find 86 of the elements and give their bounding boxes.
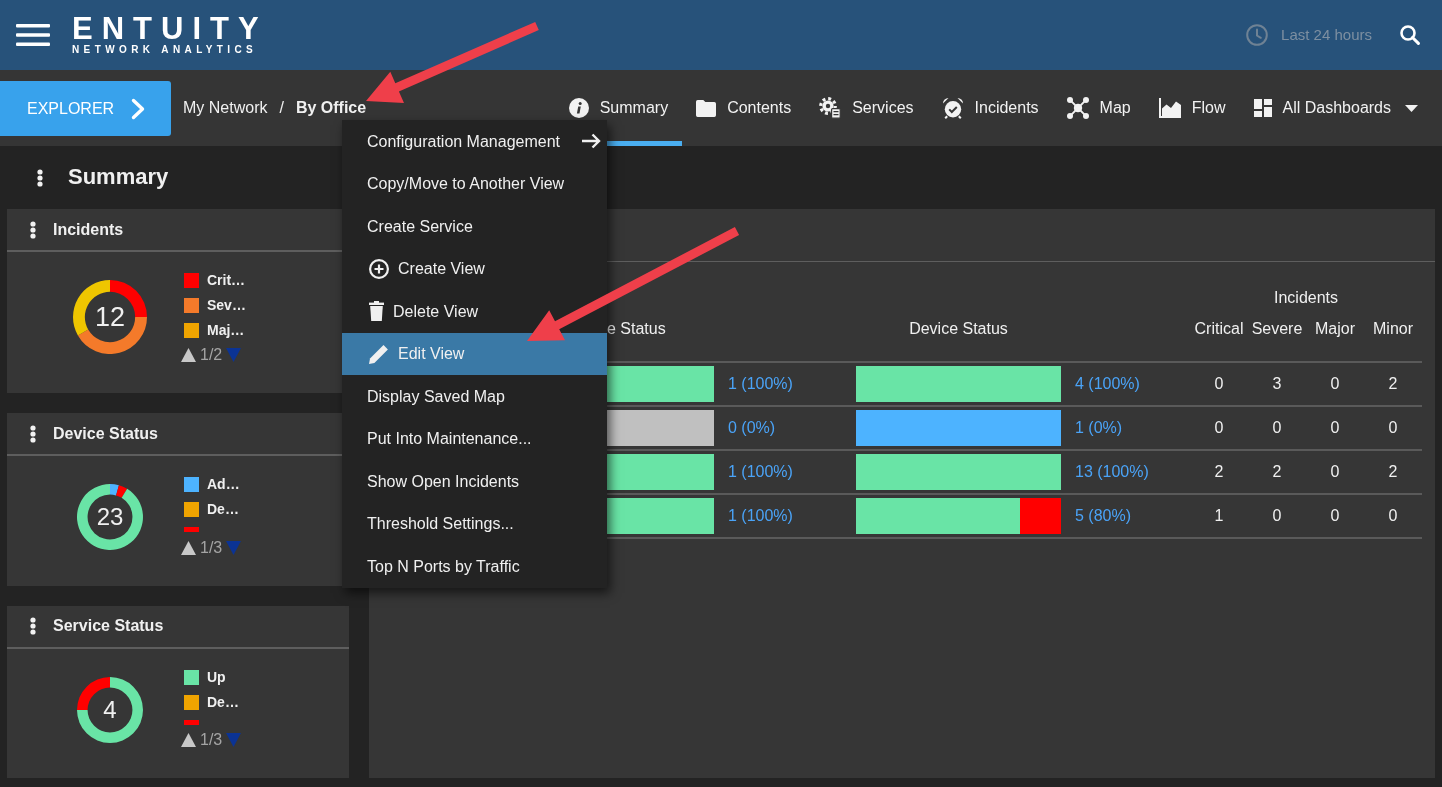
dashboard-grid-icon	[1253, 99, 1272, 117]
table-cell: 0	[1330, 419, 1340, 437]
column-header: Critical	[1194, 320, 1244, 337]
menu-item[interactable]: Edit View	[342, 332, 607, 375]
legend-label: De…	[207, 501, 239, 518]
legend-label: Ad…	[207, 476, 240, 493]
table-cell: 2	[1388, 463, 1398, 481]
table-cell: 2	[1272, 463, 1282, 481]
menu-item[interactable]: Put Into Maintenance...	[342, 417, 607, 460]
table-cell: 0	[1388, 507, 1398, 525]
menu-item[interactable]: Display Saved Map	[342, 375, 607, 418]
donut-total: 4	[103, 697, 117, 722]
count-link[interactable]: 0 (0%)	[728, 419, 776, 437]
table-cell: 0	[1330, 507, 1340, 525]
menu-item[interactable]: Show Open Incidents	[342, 460, 607, 503]
count-link[interactable]: 13 (100%)	[1075, 463, 1149, 481]
column-header: Major	[1315, 320, 1355, 337]
menu-item[interactable]: Delete View	[342, 290, 607, 333]
widget-title: Service Status	[53, 616, 164, 636]
table-cell: 2	[1214, 463, 1224, 481]
logo-title: ENTUITY	[72, 15, 268, 42]
count-link[interactable]: 4 (100%)	[1075, 375, 1140, 393]
table-cell: 2	[1388, 375, 1398, 393]
pager-label: 1/3	[200, 730, 223, 750]
kebab-menu-icon[interactable]	[37, 168, 43, 187]
network-nodes-icon	[1066, 97, 1089, 119]
donut-total: 12	[95, 303, 125, 331]
gears-icon	[819, 97, 842, 119]
legend-label: Crit…	[207, 272, 246, 289]
search-icon[interactable]	[1400, 25, 1420, 45]
legend-label: Sev…	[207, 297, 246, 314]
kebab-menu-icon[interactable]	[30, 617, 36, 635]
nav-tab[interactable]: Contents	[682, 70, 806, 146]
menu-item[interactable]: Copy/Move to Another View	[342, 162, 607, 205]
breadcrumb-separator: /	[279, 98, 284, 118]
alarm-clock-icon	[941, 97, 964, 119]
widget-title: Device Status	[53, 423, 158, 444]
legend-label: Up	[207, 668, 226, 686]
table-cell: 1	[1214, 507, 1224, 525]
table-cell: 0	[1272, 419, 1282, 437]
menu-item[interactable]: Threshold Settings...	[342, 502, 607, 545]
count-link[interactable]: 1 (0%)	[1075, 419, 1123, 437]
column-header: Severe	[1251, 320, 1303, 337]
table-cell: 0	[1330, 463, 1340, 481]
count-link[interactable]: 1 (100%)	[728, 463, 793, 481]
nav-tab[interactable]: Services	[805, 70, 928, 146]
count-link[interactable]: 1 (100%)	[728, 375, 793, 393]
area-chart-icon	[1158, 98, 1181, 118]
logo-subtitle: NETWORK ANALYTICS	[72, 44, 259, 55]
table-cell: 0	[1214, 375, 1224, 393]
count-link[interactable]: 1 (100%)	[728, 507, 793, 525]
pager-label: 1/2	[200, 345, 223, 365]
table-cell: 3	[1272, 375, 1282, 393]
menu-item[interactable]: Top N Ports by Traffic	[342, 545, 607, 588]
pager-label: 1/3	[200, 537, 223, 558]
menu-item[interactable]: Create Service	[342, 205, 607, 248]
table-cell: 0	[1272, 507, 1282, 525]
nav-tab[interactable]: Flow	[1144, 70, 1240, 146]
breadcrumb-item[interactable]: By Office	[295, 98, 367, 118]
nav-tab[interactable]: Map	[1052, 70, 1145, 146]
table-cell: 0	[1330, 375, 1340, 393]
breadcrumb-item[interactable]: My Network	[183, 98, 268, 118]
nav-tab[interactable]: All Dashboards	[1239, 70, 1437, 146]
column-header: Minor	[1373, 320, 1414, 337]
pencil-icon	[369, 343, 389, 364]
widget-title: Incidents	[53, 219, 124, 240]
nav-tab[interactable]: Incidents	[927, 70, 1053, 146]
menu-item[interactable]: Create View	[342, 247, 607, 290]
folder-icon	[696, 99, 717, 117]
sidebar-title: Summary	[68, 164, 169, 191]
trash-icon	[369, 301, 384, 322]
menu-icon[interactable]	[16, 24, 50, 46]
kebab-menu-icon[interactable]	[30, 220, 36, 239]
chevron-right-icon	[131, 97, 146, 120]
column-header: Device Status	[909, 320, 1008, 337]
kebab-menu-icon[interactable]	[30, 424, 36, 443]
plus-circle-icon	[369, 258, 389, 279]
count-link[interactable]: 5 (80%)	[1075, 507, 1132, 525]
legend-label: Maj…	[207, 322, 245, 339]
table-cell: 0	[1388, 419, 1398, 437]
donut-total: 23	[96, 505, 124, 529]
column-group-header: Incidents	[1274, 288, 1339, 306]
info-icon	[568, 98, 589, 118]
table-cell: 0	[1214, 419, 1224, 437]
legend-label: De…	[207, 693, 239, 711]
column-header: e Status	[607, 320, 666, 337]
